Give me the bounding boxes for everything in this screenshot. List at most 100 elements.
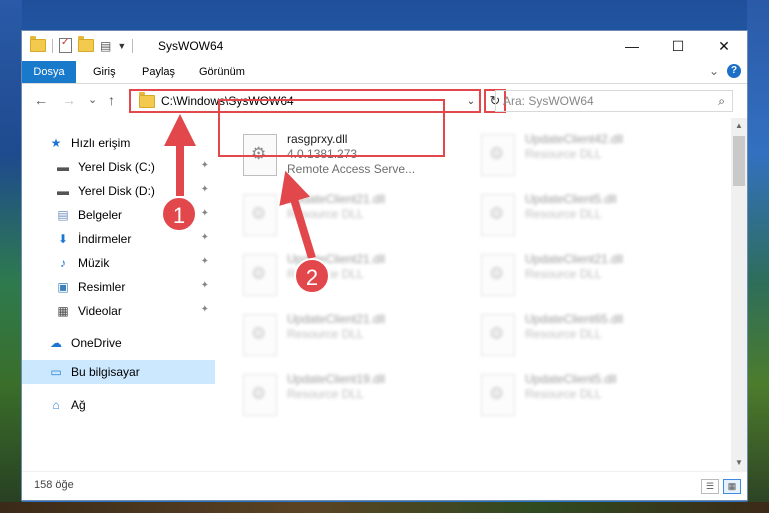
dll-file-icon (243, 254, 277, 296)
scroll-up-icon[interactable]: ▲ (731, 118, 747, 134)
file-tile[interactable]: UpdateClient21.dll Resource DLL (243, 308, 473, 362)
vertical-scrollbar[interactable]: ▲ ▼ (731, 118, 747, 471)
sidebar-item-label: Ağ (71, 398, 86, 412)
dll-file-icon (481, 194, 515, 236)
pin-icon[interactable]: ✦ (201, 184, 209, 195)
file-description: Resource DLL (525, 267, 602, 281)
sidebar-item-videos[interactable]: ▦ Videolar ✦ (22, 299, 215, 323)
dll-file-icon (481, 134, 515, 176)
file-tile[interactable]: UpdateClient21.dll Resource DLL (243, 248, 473, 302)
maximize-button[interactable]: ☐ (655, 31, 701, 61)
sidebar-item-label: Yerel Disk (D:) (78, 184, 155, 198)
music-icon: ♪ (60, 256, 66, 270)
file-tile[interactable]: UpdateClient5.dll Resource DLL (481, 368, 711, 422)
navigation-pane: ★ Hızlı erişim ▬ Yerel Disk (C:) ✦ ▬ Yer… (22, 118, 215, 471)
file-name: UpdateClient42.dll (525, 132, 624, 146)
sidebar-item-onedrive[interactable]: ☁ OneDrive (22, 331, 215, 355)
network-icon: ⌂ (52, 398, 60, 412)
file-description: Resource DLL (525, 327, 602, 341)
pin-icon[interactable]: ✦ (201, 160, 209, 171)
minimize-button[interactable]: — (609, 31, 655, 61)
caption-buttons: — ☐ ✕ (609, 31, 747, 61)
cloud-icon: ☁ (50, 336, 62, 350)
step-badge-1: 1 (161, 196, 197, 232)
file-tile[interactable]: UpdateClient21.dll Resource DLL (481, 248, 711, 302)
pin-icon[interactable]: ✦ (201, 208, 209, 219)
tab-home[interactable]: Giriş (84, 61, 125, 83)
details-view-icon[interactable]: ☰ (701, 479, 719, 494)
file-description: Resource DLL (525, 147, 602, 161)
pin-icon[interactable]: ✦ (201, 232, 209, 243)
sidebar-item-label: Bu bilgisayar (71, 365, 140, 379)
pin-icon[interactable]: ✦ (201, 256, 209, 267)
file-tile[interactable]: UpdateClient42.dll Resource DLL (481, 128, 711, 182)
file-name: UpdateClient5.dll (525, 192, 617, 206)
forward-button[interactable]: → (62, 92, 76, 108)
file-description: Resource DLL (287, 207, 364, 221)
sidebar-item-network[interactable]: ⌂ Ağ (22, 393, 215, 417)
file-name: UpdateClient21.dll (287, 312, 386, 326)
recent-locations-button[interactable]: ⌄ (88, 93, 97, 106)
scroll-down-icon[interactable]: ▼ (731, 455, 747, 471)
title-bar: ▤ ▼ SysWOW64 — ☐ ✕ (22, 31, 747, 61)
tab-share[interactable]: Paylaş (133, 61, 184, 83)
sidebar-item-label: Belgeler (78, 208, 123, 222)
new-folder-icon[interactable] (78, 36, 94, 52)
document-icon: ▤ (57, 208, 69, 222)
file-name: UpdateClient65.dll (525, 312, 624, 326)
folder-icon (30, 36, 46, 52)
pin-icon[interactable]: ✦ (201, 280, 209, 291)
properties-icon[interactable] (59, 37, 72, 53)
file-tile[interactable]: UpdateClient5.dll Resource DLL (481, 188, 711, 242)
download-icon: ⬇ (57, 232, 69, 246)
customize-toolbar-icon[interactable]: ▤ (100, 39, 111, 53)
sidebar-item-disk-c[interactable]: ▬ Yerel Disk (C:) ✦ (22, 155, 215, 179)
dll-file-icon (481, 374, 515, 416)
file-tile[interactable]: UpdateClient65.dll Resource DLL (481, 308, 711, 362)
folder-icon (139, 91, 155, 108)
file-tile[interactable]: UpdateClient21.dll Resource DLL (243, 188, 473, 242)
computer-icon: ▭ (50, 365, 62, 379)
drive-icon: ▬ (57, 160, 69, 174)
file-description: Remote Access Serve... (287, 162, 416, 176)
pin-icon[interactable]: ✦ (201, 304, 209, 315)
chevron-down-icon[interactable]: ⌄ (463, 96, 479, 107)
search-placeholder: Ara: SysWOW64 (503, 94, 594, 108)
sidebar-item-label: Videolar (78, 304, 122, 318)
sidebar-item-pictures[interactable]: ▣ Resimler ✦ (22, 275, 215, 299)
tab-file[interactable]: Dosya (22, 61, 76, 83)
sidebar-item-this-pc[interactable]: ▭ Bu bilgisayar (22, 360, 215, 384)
ribbon-controls: ⌄ ? (709, 64, 741, 78)
dll-file-icon (243, 374, 277, 416)
file-description: Resource DLL (525, 387, 602, 401)
sidebar-item-quick-access[interactable]: ★ Hızlı erişim (22, 131, 215, 155)
close-button[interactable]: ✕ (701, 31, 747, 61)
search-icon[interactable]: ⌕ (718, 94, 725, 109)
file-name: UpdateClient19.dll (287, 372, 386, 386)
window-title: SysWOW64 (158, 39, 224, 53)
sidebar-item-downloads[interactable]: ⬇ İndirmeler ✦ (22, 227, 215, 251)
up-button[interactable]: ↑ (108, 92, 115, 108)
scrollbar-thumb[interactable] (733, 136, 745, 186)
ribbon-tabs: Dosya Giriş Paylaş Görünüm ⌄ ? (22, 61, 747, 83)
sidebar-item-label: İndirmeler (78, 232, 132, 246)
dll-file-icon (481, 314, 515, 356)
star-icon: ★ (50, 136, 62, 150)
help-icon[interactable]: ? (727, 64, 741, 78)
ribbon-expand-icon[interactable]: ⌄ (709, 64, 719, 78)
file-tile[interactable]: UpdateClient19.dll Resource DLL (243, 368, 473, 422)
sidebar-item-label: Resimler (78, 280, 126, 294)
tab-view[interactable]: Görünüm (190, 61, 254, 83)
tiles-view-icon[interactable]: ▦ (723, 479, 741, 494)
search-input[interactable]: Ara: SysWOW64 ⌕ (495, 90, 733, 112)
explorer-body: ★ Hızlı erişim ▬ Yerel Disk (C:) ✦ ▬ Yer… (22, 118, 747, 471)
view-toggle: ☰ ▦ (701, 479, 741, 494)
file-name: UpdateClient5.dll (525, 372, 617, 386)
quick-access-toolbar: ▤ ▼ (30, 36, 134, 53)
sidebar-item-label: Müzik (78, 256, 110, 270)
chevron-down-icon[interactable]: ▼ (117, 41, 126, 51)
toolbar-divider (52, 38, 53, 53)
sidebar-item-music[interactable]: ♪ Müzik ✦ (22, 251, 215, 275)
file-description: Resource DLL (287, 327, 364, 341)
back-button[interactable]: ← (34, 92, 48, 108)
